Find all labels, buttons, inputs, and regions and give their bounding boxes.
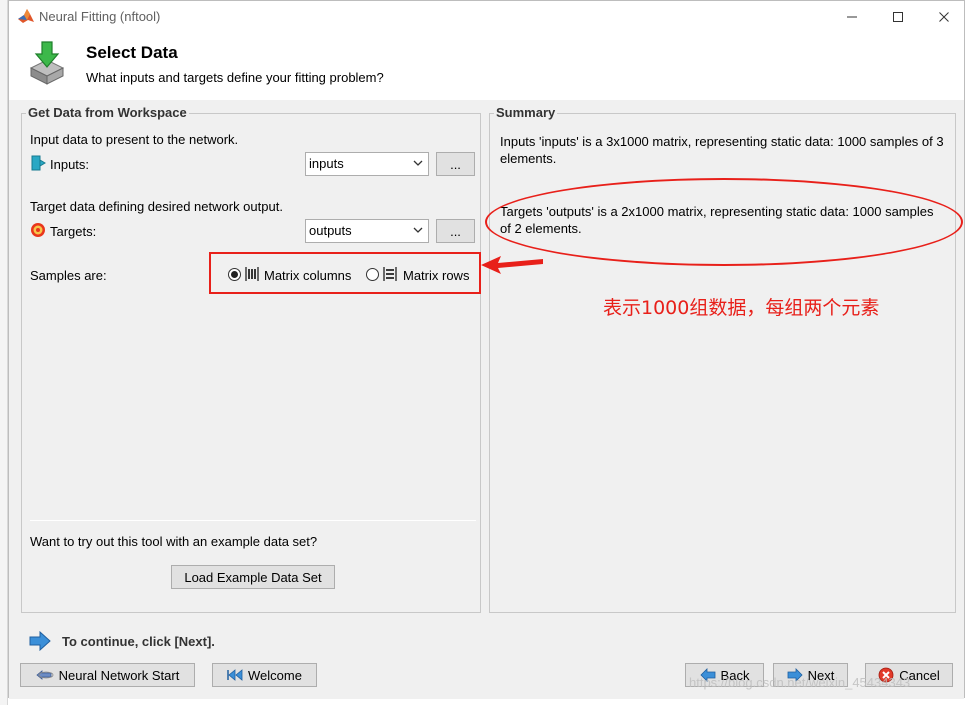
continue-hint: To continue, click [Next]. (62, 634, 215, 649)
window-title: Neural Fitting (nftool) (39, 9, 161, 24)
annotation-text: 表示1000组数据，每组两个元素 (603, 297, 880, 319)
rewind-icon (227, 669, 243, 681)
annotation-arrow-icon (481, 256, 543, 274)
targets-browse-button[interactable]: ... (436, 219, 475, 243)
inputs-label: Inputs: (50, 157, 90, 172)
maximize-button[interactable] (875, 1, 921, 32)
section-divider (30, 520, 476, 521)
workspace-group: Get Data from Workspace Input data to pr… (21, 105, 481, 613)
close-button[interactable] (921, 1, 967, 32)
page-subtitle: What inputs and targets define your fitt… (86, 70, 384, 85)
welcome-label: Welcome (248, 667, 302, 683)
inputs-select-value: inputs (309, 156, 344, 171)
matlab-logo-icon (18, 9, 34, 23)
inputs-select[interactable]: inputs (305, 152, 429, 176)
summary-group-title: Summary (494, 105, 558, 120)
background-window-strip (0, 0, 8, 705)
chevron-down-icon (413, 160, 423, 166)
summary-inputs-text: Inputs 'inputs' is a 3x1000 matrix, repr… (500, 134, 944, 166)
minimize-icon (847, 16, 857, 17)
welcome-button[interactable]: Welcome (212, 663, 317, 687)
watermark: https://blog.csdn.net/weixin_45434343 (689, 675, 911, 690)
arrow-right-icon (29, 631, 51, 651)
body-panel: Get Data from Workspace Input data to pr… (9, 100, 964, 699)
neural-network-start-label: Neural Network Start (58, 667, 180, 683)
target-icon (31, 223, 45, 237)
network-start-icon (36, 670, 54, 680)
neural-network-start-button[interactable]: Neural Network Start (20, 663, 195, 687)
inputs-icon (31, 155, 46, 171)
maximize-icon (893, 11, 903, 22)
title-bar: Neural Fitting (nftool) (9, 1, 964, 32)
load-example-label: Load Example Data Set (184, 569, 322, 585)
import-data-icon (29, 41, 65, 85)
annotation-highlight-box (209, 252, 481, 294)
chevron-down-icon (413, 227, 423, 233)
workspace-group-title: Get Data from Workspace (26, 105, 189, 120)
samples-label: Samples are: (30, 268, 107, 283)
inputs-prompt: Input data to present to the network. (30, 132, 239, 147)
close-icon (939, 11, 949, 22)
inputs-browse-button[interactable]: ... (436, 152, 475, 176)
page-header: Select Data What inputs and targets defi… (9, 32, 964, 100)
example-prompt: Want to try out this tool with an exampl… (30, 534, 318, 549)
targets-select-value: outputs (309, 223, 352, 238)
targets-label: Targets: (50, 224, 97, 239)
targets-prompt: Target data defining desired network out… (30, 199, 283, 214)
minimize-button[interactable] (829, 1, 875, 32)
inputs-browse-label: ... (450, 156, 461, 172)
load-example-button[interactable]: Load Example Data Set (171, 565, 335, 589)
targets-browse-label: ... (450, 223, 461, 239)
annotation-ellipse (485, 178, 963, 266)
targets-select[interactable]: outputs (305, 219, 429, 243)
page-title: Select Data (86, 43, 178, 62)
nftool-window: Neural Fitting (nftool) Select Data What… (8, 0, 965, 699)
